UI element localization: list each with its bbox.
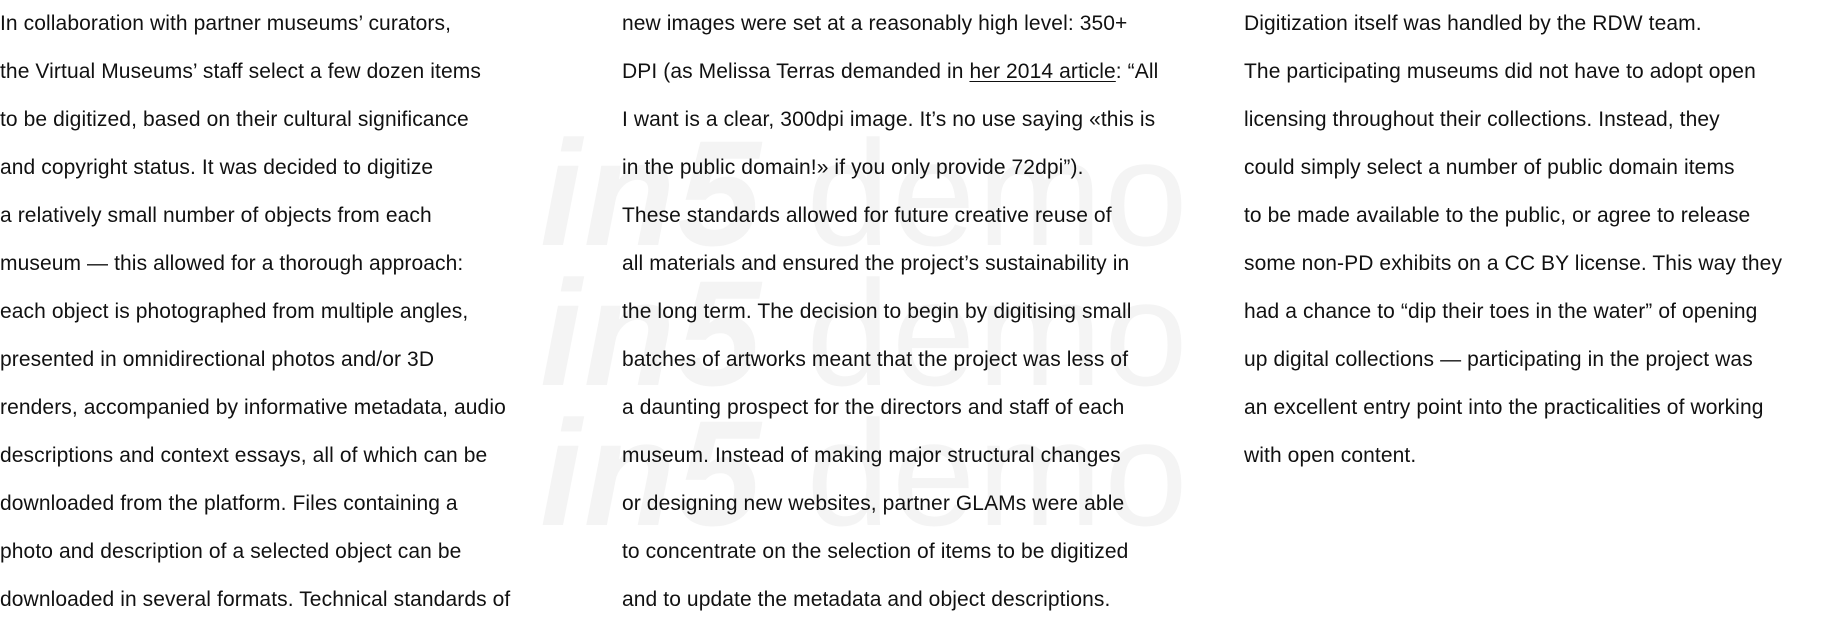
article-link[interactable]: her 2014 article — [969, 60, 1115, 83]
text-line: a relatively small number of objects fro… — [0, 204, 432, 227]
text-line: photo and description of a selected obje… — [0, 540, 462, 563]
text-line: descriptions and context essays, all of … — [0, 444, 488, 467]
text-line: up digital collections — participating i… — [1244, 348, 1753, 371]
text-column-1: In collaboration with partner museums’ c… — [0, 0, 590, 624]
text-line: batches of artworks meant that the proje… — [622, 348, 1129, 371]
text-segment: DPI (as Melissa Terras demanded in — [622, 60, 970, 83]
text-line: new images were set at a reasonably high… — [622, 12, 1128, 35]
text-column-3: Digitization itself was handled by the R… — [1244, 0, 1840, 480]
article-body: In collaboration with partner museums’ c… — [0, 0, 1840, 634]
text-line: downloaded from the platform. Files cont… — [0, 492, 458, 515]
text-line: had a chance to “dip their toes in the w… — [1244, 300, 1758, 323]
text-line: to be digitized, based on their cultural… — [0, 108, 469, 131]
text-segment: : “All — [1115, 60, 1159, 83]
text-line: could simply select a number of public d… — [1244, 156, 1735, 179]
text-line: and copyright status. It was decided to … — [0, 156, 434, 179]
text-line: The participating museums did not have t… — [1244, 60, 1756, 83]
text-line: presented in omnidirectional photos and/… — [0, 348, 435, 371]
text-line: to concentrate on the selection of items… — [622, 540, 1129, 563]
text-line: in the public domain!» if you only provi… — [622, 156, 1084, 179]
text-line: each object is photographed from multipl… — [0, 300, 469, 323]
text-line: all materials and ensured the project’s … — [622, 252, 1130, 275]
text-line: a daunting prospect for the directors an… — [622, 396, 1125, 419]
text-line: I want is a clear, 300dpi image. It’s no… — [622, 108, 1156, 131]
text-line: renders, accompanied by informative meta… — [0, 396, 506, 419]
text-line: downloaded in several formats. Technical… — [0, 588, 511, 611]
text-line: Digitization itself was handled by the R… — [1244, 12, 1702, 35]
text-line: These standards allowed for future creat… — [622, 204, 1112, 227]
text-line: to be made available to the public, or a… — [1244, 204, 1751, 227]
text-line: In collaboration with partner museums’ c… — [0, 12, 452, 35]
text-line: an excellent entry point into the practi… — [1244, 396, 1764, 419]
text-line-with-link: DPI (as Melissa Terras demanded in her 2… — [622, 48, 1222, 96]
text-line: museum — this allowed for a thorough app… — [0, 252, 464, 275]
text-line: licensing throughout their collections. … — [1244, 108, 1720, 131]
text-line: and to update the metadata and object de… — [622, 588, 1111, 611]
text-line: some non-PD exhibits on a CC BY license.… — [1244, 252, 1783, 275]
text-line: or designing new websites, partner GLAMs… — [622, 492, 1125, 515]
text-column-2: new images were set at a reasonably high… — [622, 0, 1222, 624]
text-line: the Virtual Museums’ staff select a few … — [0, 60, 481, 83]
text-line: with open content. — [1244, 444, 1417, 467]
text-line: museum. Instead of making major structur… — [622, 444, 1121, 467]
text-line: the long term. The decision to begin by … — [622, 300, 1132, 323]
